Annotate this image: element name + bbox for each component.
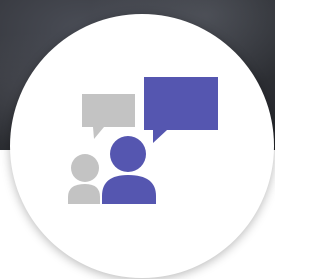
purple-speech-bubble (144, 77, 218, 143)
tile (0, 0, 275, 279)
group-discussion-icon (0, 0, 275, 279)
purple-person-icon (102, 136, 156, 204)
gray-speech-bubble (82, 94, 135, 139)
gray-person-icon (68, 154, 100, 204)
